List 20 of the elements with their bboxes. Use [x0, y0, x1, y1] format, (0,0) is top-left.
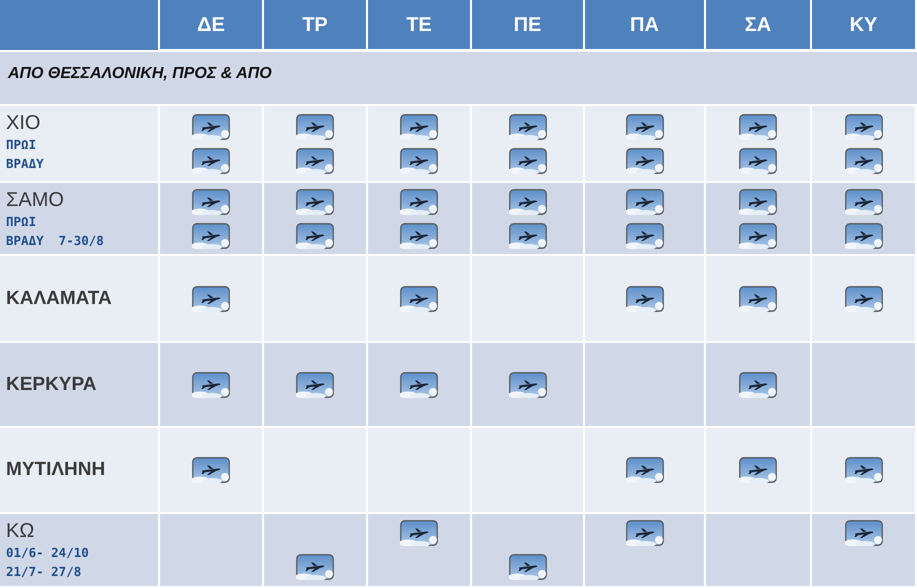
route-name: ΚΩ: [6, 520, 36, 543]
day-header: ΠΕ: [472, 0, 585, 52]
route-note: ΒΡΑΔΥ: [6, 155, 45, 174]
day-header: ΔΕ: [160, 0, 264, 52]
day-header: ΣΑ: [706, 0, 812, 52]
day-header: ΚΥ: [812, 0, 917, 52]
section-title: ΑΠΟ ΘΕΣΣΑΛΟΝΙΚΗ, ΠΡΟΣ & ΑΠΟ: [8, 65, 272, 82]
route-note: ΒΡΑΔΥ 7-30/8: [6, 232, 105, 250]
route-name: ΣΑΜΟ: [6, 189, 65, 212]
day-header: ΤΕ: [368, 0, 472, 52]
route-note: 21/7- 27/8: [6, 563, 82, 582]
route-note: ΠΡΩΙ: [6, 136, 38, 154]
route-note: 01/6- 24/10: [6, 544, 90, 562]
route-name: ΜΥΤΙΛΗΝΗ: [6, 459, 106, 481]
day-header: ΤΡ: [264, 0, 368, 52]
day-header: ΠΑ: [585, 0, 706, 52]
route-name: ΚΕΡΚΥΡΑ: [6, 374, 98, 396]
route-name: ΧΙΟ: [6, 112, 42, 135]
route-name: ΚΑΛΑΜΑΤΑ: [6, 288, 113, 310]
route-note: ΠΡΩΙ: [6, 213, 38, 231]
